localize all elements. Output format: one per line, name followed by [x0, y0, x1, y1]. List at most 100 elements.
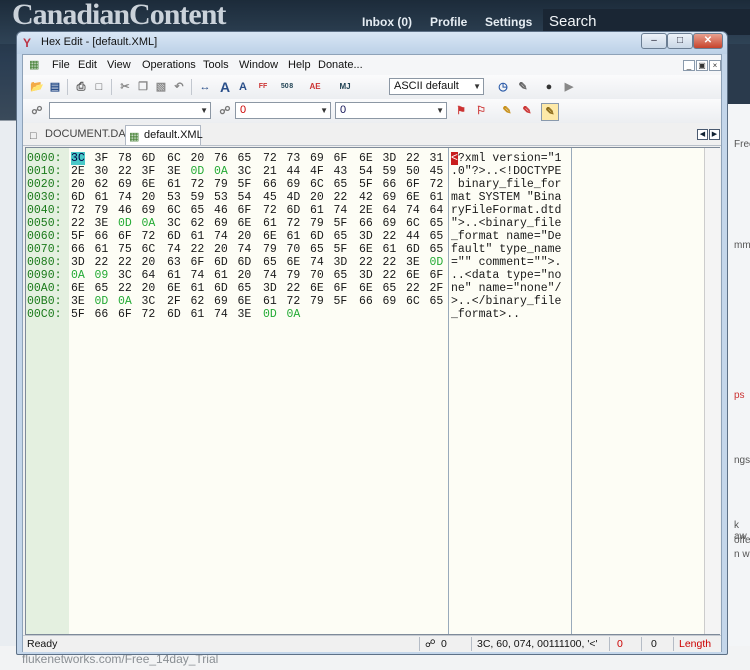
hex-byte[interactable]: 78: [118, 152, 132, 165]
decimal-icon[interactable]: 50 8: [279, 79, 295, 95]
menu-help[interactable]: Help: [288, 59, 311, 71]
hex-byte[interactable]: 61: [263, 217, 277, 230]
hex-byte[interactable]: 62: [95, 178, 109, 191]
menu-edit[interactable]: Edit: [78, 59, 97, 71]
hex-byte[interactable]: 2E: [359, 204, 373, 217]
hex-byte[interactable]: 6C: [406, 295, 420, 308]
ascii-text[interactable]: _format>..: [451, 308, 520, 321]
hex-byte[interactable]: 69: [310, 152, 324, 165]
hex-byte[interactable]: 63: [167, 256, 181, 269]
hex-byte[interactable]: 3C: [118, 269, 132, 282]
hex-byte[interactable]: 61: [214, 269, 228, 282]
mdi-close-button[interactable]: ×: [709, 60, 721, 71]
hex-byte[interactable]: 65: [334, 230, 348, 243]
hex-byte[interactable]: 6E: [287, 256, 301, 269]
hex-byte[interactable]: 69: [214, 217, 228, 230]
tab-scroll-right-button[interactable]: ▶: [709, 129, 720, 140]
hex-byte[interactable]: 6F: [118, 308, 132, 321]
open-icon[interactable]: 📂: [29, 79, 45, 95]
hex-byte[interactable]: 74: [191, 269, 205, 282]
ascii-text[interactable]: .0"?>..<!DOCTYPE: [451, 165, 561, 178]
highlight-icon[interactable]: ✎: [499, 103, 515, 119]
hex-byte[interactable]: 66: [263, 178, 277, 191]
hex-byte[interactable]: 6E: [359, 152, 373, 165]
hex-byte[interactable]: 6D: [214, 256, 228, 269]
hex-byte[interactable]: 22: [118, 256, 132, 269]
hex-byte[interactable]: 20: [142, 282, 156, 295]
hex-byte[interactable]: 0A: [71, 269, 85, 282]
ascii-text[interactable]: ryFileFormat.dtd: [451, 204, 561, 217]
hex-byte[interactable]: 6E: [406, 269, 420, 282]
hex-byte[interactable]: 30: [95, 165, 109, 178]
hex-byte[interactable]: 45: [430, 165, 444, 178]
hex-byte[interactable]: 20: [191, 152, 205, 165]
hex-byte[interactable]: 3D: [334, 256, 348, 269]
hex-byte[interactable]: 6F: [238, 204, 252, 217]
ascii-text[interactable]: ">..<binary_file: [451, 217, 561, 230]
hex-byte[interactable]: 65: [334, 269, 348, 282]
hex-byte[interactable]: 20: [238, 230, 252, 243]
hex-byte[interactable]: 6E: [263, 230, 277, 243]
hex-byte[interactable]: 66: [71, 243, 85, 256]
hex-byte[interactable]: 6F: [334, 152, 348, 165]
hex-byte[interactable]: 6E: [359, 243, 373, 256]
hex-byte[interactable]: 6C: [167, 204, 181, 217]
hex-byte[interactable]: 79: [287, 269, 301, 282]
font-larger-icon[interactable]: A: [217, 79, 233, 95]
print-icon[interactable]: ⎙: [73, 79, 89, 95]
hex-byte[interactable]: 74: [118, 191, 132, 204]
menu-tools[interactable]: Tools: [203, 59, 229, 71]
hex-byte[interactable]: 6C: [142, 243, 156, 256]
ascii-text[interactable]: mat SYSTEM "Bina: [451, 191, 561, 204]
hex-byte[interactable]: 3D: [263, 282, 277, 295]
hex-byte[interactable]: 66: [95, 308, 109, 321]
hex-byte[interactable]: 61: [310, 204, 324, 217]
hex-byte[interactable]: 74: [238, 243, 252, 256]
hex-byte[interactable]: 61: [167, 178, 181, 191]
tab-scroll-left-button[interactable]: ◀: [697, 129, 708, 140]
hex-byte[interactable]: 72: [430, 178, 444, 191]
hex-editor[interactable]: 0000: 3C 3F 78 6D 6C 20 76 65 72 73 69 6F 6E 3D 22 31 <?x…: [25, 147, 720, 635]
hex-byte[interactable]: 53: [167, 191, 181, 204]
hex-byte[interactable]: 0A: [287, 308, 301, 321]
hex-byte[interactable]: 3D: [359, 230, 373, 243]
hex-byte[interactable]: 3F: [95, 152, 109, 165]
hex-byte[interactable]: 22: [334, 191, 348, 204]
hex-byte[interactable]: 61: [191, 308, 205, 321]
hex-byte[interactable]: 3C: [238, 165, 252, 178]
undo-icon[interactable]: ↶: [171, 79, 187, 95]
hex-byte[interactable]: 20: [310, 191, 324, 204]
hex-byte[interactable]: 65: [95, 282, 109, 295]
hex-byte[interactable]: 72: [287, 217, 301, 230]
vertical-scrollbar[interactable]: [704, 148, 720, 634]
hex-byte[interactable]: 50: [406, 165, 420, 178]
hex-byte[interactable]: 73: [287, 152, 301, 165]
hex-byte[interactable]: 42: [359, 191, 373, 204]
case-icon[interactable]: AE: [307, 79, 323, 95]
hex-byte[interactable]: 21: [263, 165, 277, 178]
hex-byte[interactable]: 61: [287, 230, 301, 243]
menu-donate[interactable]: Donate...: [318, 59, 363, 71]
hex-byte[interactable]: 0D: [191, 165, 205, 178]
hex-byte[interactable]: 3F: [142, 165, 156, 178]
ascii-text[interactable]: <?xml version="1: [451, 152, 561, 165]
hex-byte[interactable]: 44: [287, 165, 301, 178]
hex-byte[interactable]: 5F: [334, 295, 348, 308]
hex-byte[interactable]: 4D: [287, 191, 301, 204]
clock-icon[interactable]: ◷: [495, 79, 511, 95]
hex-byte[interactable]: 74: [310, 256, 324, 269]
hex-byte[interactable]: 6E: [359, 282, 373, 295]
hex-byte[interactable]: 65: [263, 256, 277, 269]
hex-byte[interactable]: 74: [334, 204, 348, 217]
hex-byte[interactable]: 74: [263, 269, 277, 282]
hex-byte[interactable]: 5F: [334, 243, 348, 256]
close-button[interactable]: ✕: [693, 33, 723, 49]
hex-byte[interactable]: 4F: [310, 165, 324, 178]
hex-byte[interactable]: 65: [334, 178, 348, 191]
hex-byte[interactable]: 5F: [334, 217, 348, 230]
hex-byte[interactable]: 65: [238, 282, 252, 295]
hex-byte[interactable]: 6D: [167, 308, 181, 321]
font-smaller-icon[interactable]: A: [235, 79, 251, 95]
address-hex-combo[interactable]: 0 ▼: [235, 102, 331, 119]
hex-byte[interactable]: 22: [118, 165, 132, 178]
